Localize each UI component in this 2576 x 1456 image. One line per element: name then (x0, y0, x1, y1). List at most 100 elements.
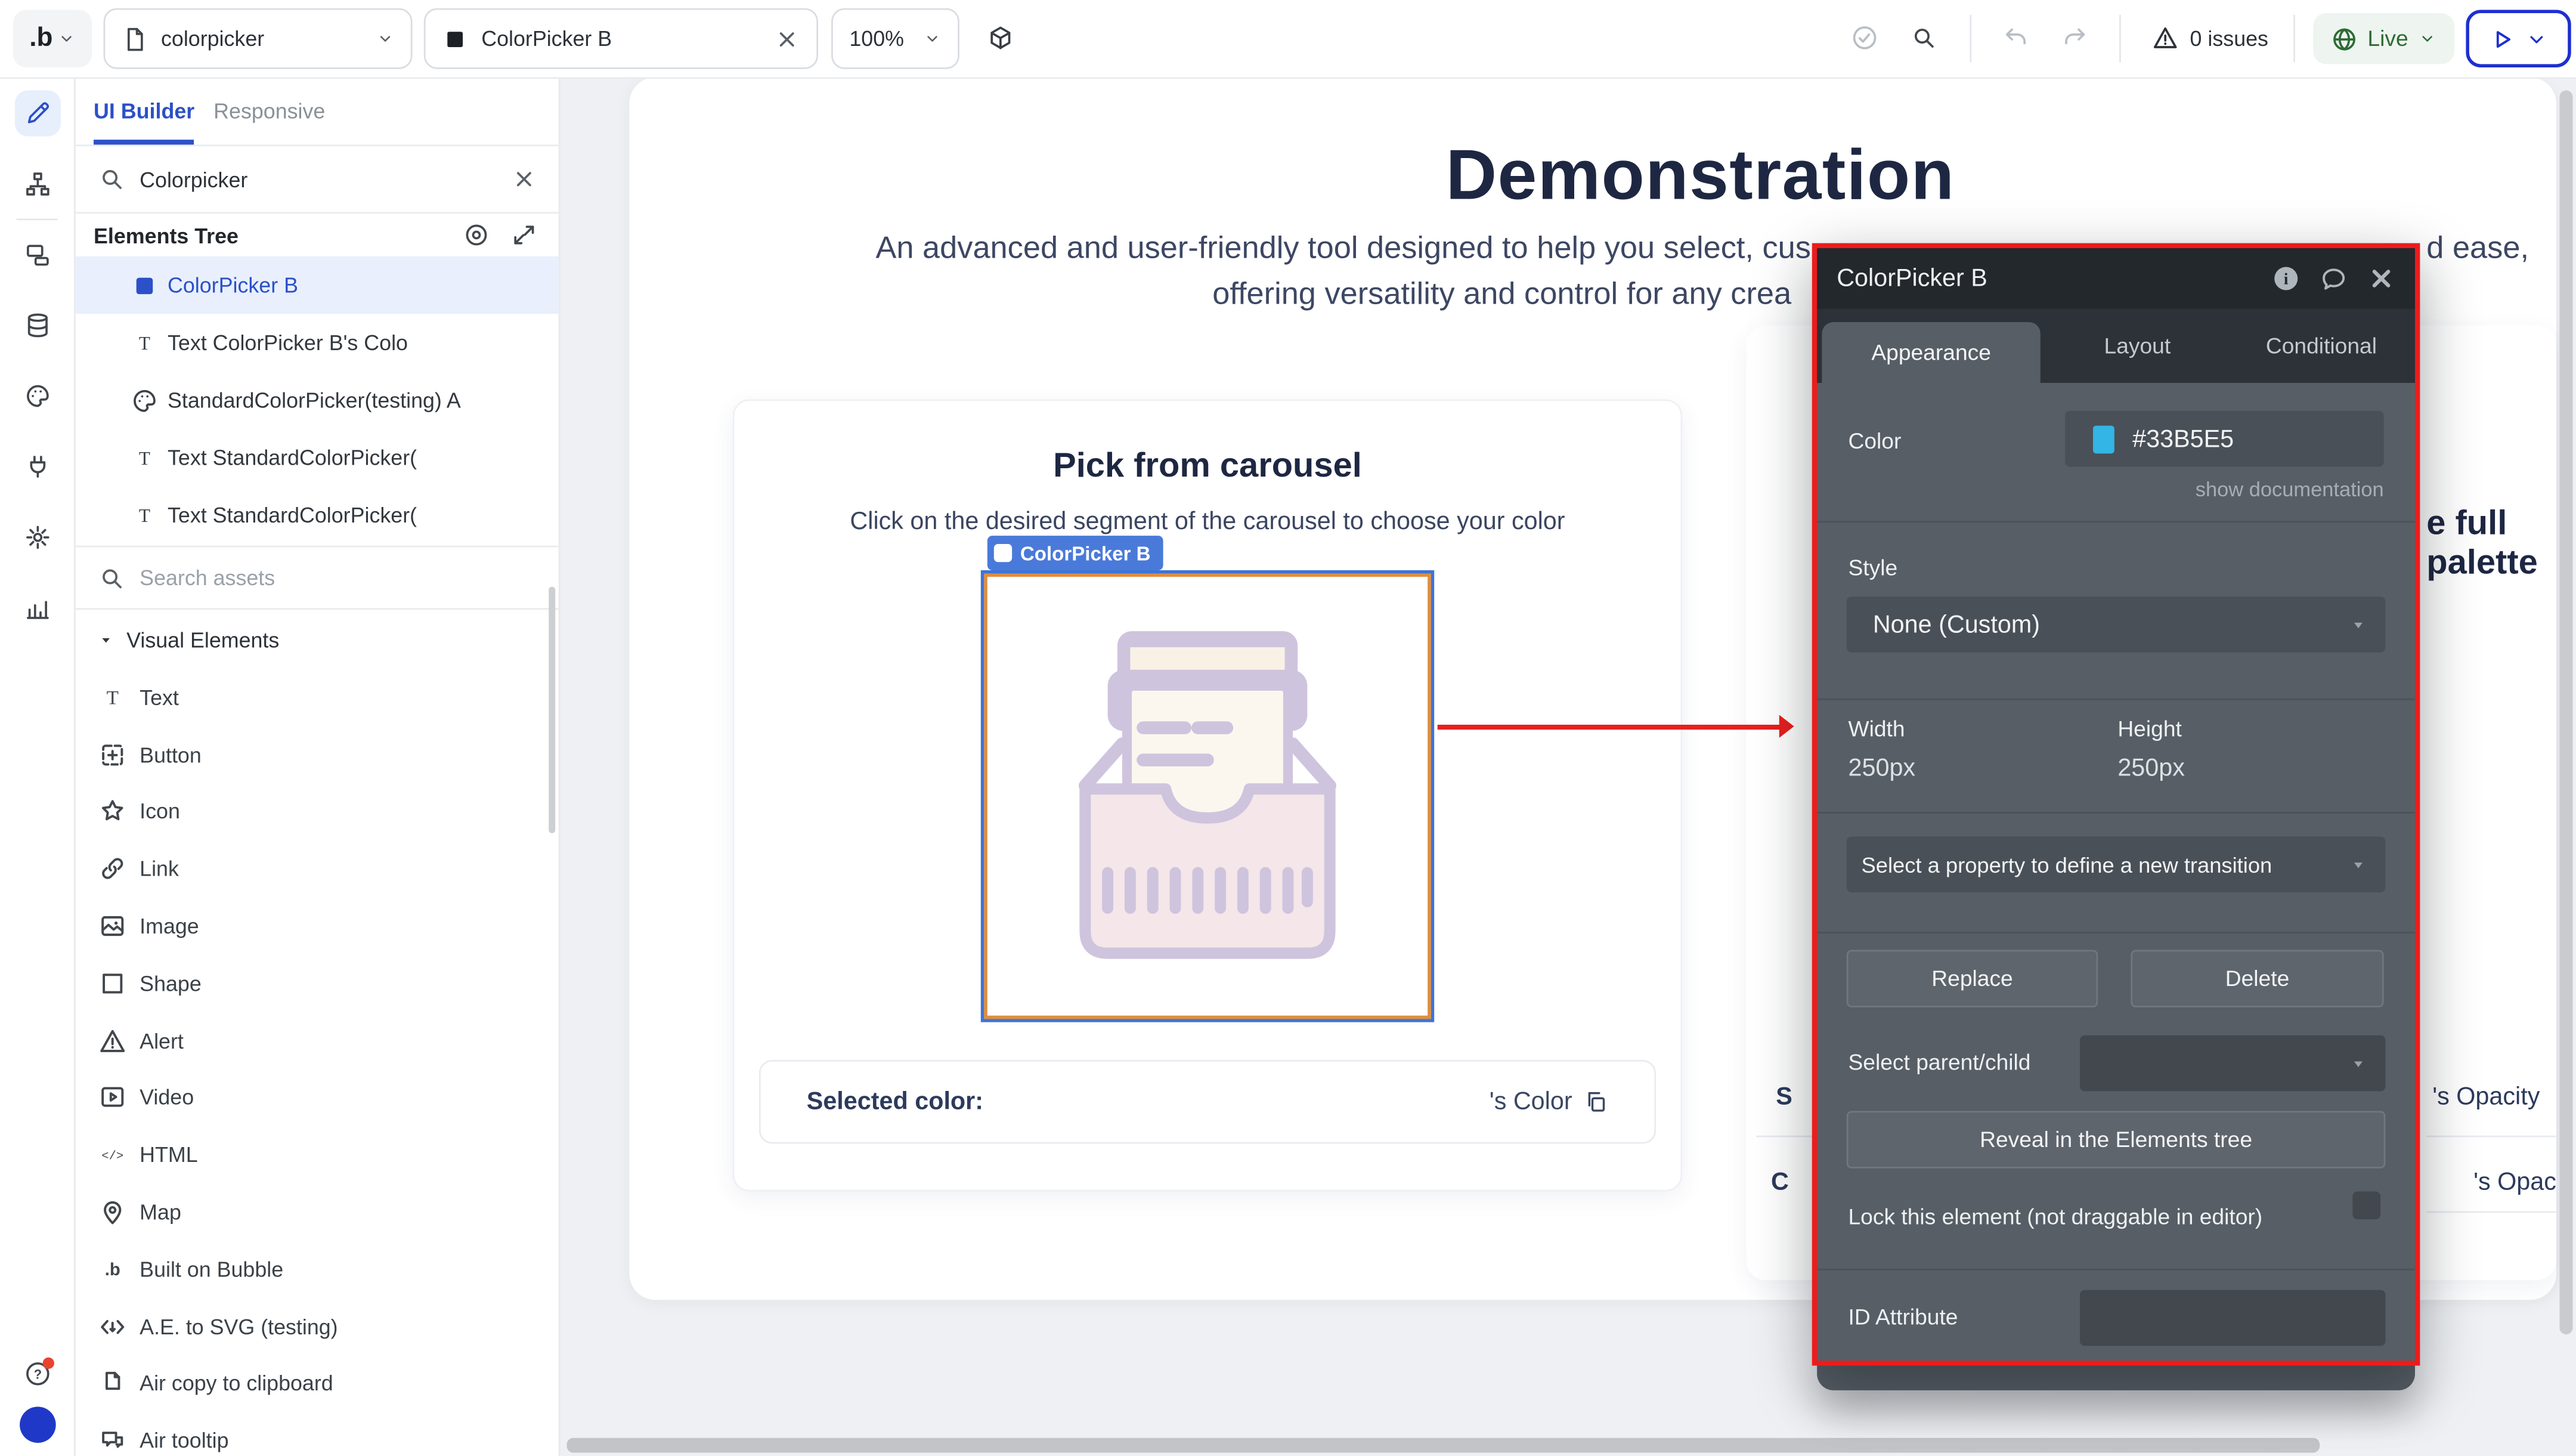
help-icon[interactable]: ? (24, 1361, 50, 1387)
redo-icon[interactable] (2062, 24, 2088, 51)
play-icon (2490, 27, 2513, 50)
svg-code-icon (98, 1312, 126, 1340)
palette-element-item[interactable]: .b Built on Bubble (74, 1241, 559, 1298)
replace-button[interactable]: Replace (1847, 950, 2098, 1007)
toolbar-divider (1970, 15, 1971, 63)
issues-warning-icon[interactable] (2152, 24, 2178, 51)
close-tab-icon[interactable] (774, 26, 800, 52)
code-icon: </> (98, 1141, 126, 1169)
clear-search-icon[interactable] (511, 166, 537, 192)
visual-elements-section[interactable]: Visual Elements (74, 610, 559, 669)
section-divider (1817, 812, 2415, 814)
palette-element-item[interactable]: Shape (74, 955, 559, 1012)
rail-item[interactable] (0, 289, 74, 360)
deploy-check-icon[interactable] (1852, 24, 1878, 51)
tab-layout[interactable]: Layout (2063, 309, 2211, 383)
svg-text:.b: .b (105, 1260, 120, 1279)
palette-element-item[interactable]: Button (74, 726, 559, 783)
bubble-logo-menu[interactable]: .b (13, 10, 92, 67)
palette-element-item[interactable]: Image (74, 898, 559, 955)
delete-button[interactable]: Delete (2131, 950, 2383, 1007)
pencil-icon (14, 89, 60, 135)
visibility-icon[interactable] (463, 222, 490, 248)
rail-item[interactable] (0, 572, 74, 642)
live-environment-button[interactable]: Live (2313, 13, 2454, 64)
tree-item[interactable]: T Text StandardColorPicker( (74, 429, 559, 486)
chevron-down-icon (923, 30, 941, 48)
palette-element-item[interactable]: Icon (74, 783, 559, 840)
element-search[interactable]: Colorpicker (74, 146, 559, 214)
canvas-subtitle-line2[interactable]: offering versatility and control for any… (1212, 278, 1791, 314)
text-t-icon: T (131, 502, 157, 528)
carousel-card-title[interactable]: Pick from carousel (735, 447, 1681, 486)
preview-run-button[interactable] (2466, 10, 2571, 67)
undo-icon[interactable] (2002, 24, 2029, 51)
chart-icon (14, 584, 60, 630)
open-element-tab[interactable]: ColorPicker B (424, 8, 818, 69)
page-icon (122, 26, 148, 52)
vertical-scrollbar[interactable] (2559, 91, 2572, 1335)
canvas-subtitle-line1[interactable]: An advanced and user-friendly tool desig… (875, 231, 1811, 268)
canvas-heading[interactable]: Demonstration (1208, 137, 2193, 217)
rail-item[interactable] (0, 360, 74, 430)
tree-item[interactable]: T Text ColorPicker B's Colo (74, 314, 559, 371)
info-icon[interactable]: i (2272, 265, 2300, 293)
palette-element-item[interactable]: Air copy to clipboard (74, 1355, 559, 1412)
canvas-subtitle-line1-right: d ease, (2426, 231, 2529, 268)
palette-element-item[interactable]: A.E. to SVG (testing) (74, 1298, 559, 1355)
color-label: Color (1848, 429, 1901, 453)
tree-item[interactable]: StandardColorPicker(testing) A (74, 372, 559, 429)
chevron-down-icon (376, 30, 394, 48)
color-input[interactable]: #33B5E5 (2065, 411, 2383, 467)
panel-scrollbar[interactable] (549, 587, 555, 833)
rail-item[interactable] (0, 501, 74, 571)
transition-dropdown[interactable]: Select a property to define a new transi… (1847, 836, 2386, 892)
palette-element-item[interactable]: T Text (74, 669, 559, 726)
issues-count[interactable]: 0 issues (2190, 26, 2268, 51)
tab-appearance[interactable]: Appearance (1822, 322, 2040, 383)
style-dropdown[interactable]: None (Custom) (1847, 596, 2386, 653)
palette-element-item[interactable]: Alert (74, 1012, 559, 1069)
tab-conditional[interactable]: Conditional (2231, 309, 2411, 383)
palette-element-item[interactable]: Air tooltip (74, 1412, 559, 1456)
expand-icon[interactable] (511, 222, 537, 248)
assets-search[interactable]: Search assets (74, 546, 559, 610)
search-icon[interactable] (1911, 24, 1937, 51)
color-swatch[interactable] (2093, 425, 2114, 453)
avatar[interactable] (19, 1406, 55, 1443)
page-selector[interactable]: colorpicker (104, 8, 413, 69)
tooltip-icon (98, 1427, 126, 1455)
tab-responsive[interactable]: Responsive (213, 77, 325, 144)
horizontal-scrollbar[interactable] (567, 1438, 2320, 1453)
svg-text:i: i (2284, 270, 2289, 288)
lock-checkbox[interactable] (2352, 1191, 2380, 1219)
palette-element-item[interactable]: </> HTML (74, 1126, 559, 1183)
parent-child-dropdown[interactable] (2080, 1035, 2385, 1092)
close-icon[interactable] (2367, 265, 2395, 293)
show-documentation-link[interactable]: show documentation (2196, 478, 2384, 502)
dropdown-arrow-icon (2349, 616, 2367, 633)
palette-element-item[interactable]: Link (74, 840, 559, 898)
inspector-header[interactable]: ColorPicker B i (1817, 248, 2415, 309)
palette-element-item[interactable]: Map (74, 1183, 559, 1241)
rail-item[interactable] (0, 77, 74, 147)
zoom-selector[interactable]: 100% (831, 8, 959, 69)
tab-ui-builder[interactable]: UI Builder (94, 77, 194, 144)
id-attribute-input[interactable] (2080, 1290, 2385, 1346)
palette-element-item[interactable]: Video (74, 1069, 559, 1126)
inspector-body: Color #33B5E5 show documentation Style N… (1817, 383, 2415, 1366)
search-input[interactable]: Colorpicker (140, 167, 486, 191)
tree-item[interactable]: ColorPicker B (74, 256, 559, 314)
comment-icon[interactable] (2320, 265, 2348, 293)
rail-item[interactable] (0, 218, 74, 289)
colorpicker-element[interactable] (984, 574, 1431, 1019)
reveal-button[interactable]: Reveal in the Elements tree (1847, 1111, 2386, 1168)
component-cube-icon[interactable] (987, 24, 1014, 51)
copy-icon[interactable] (1584, 1090, 1608, 1114)
elements-tree-header: Elements Tree (74, 214, 559, 256)
tree-item[interactable]: T Text StandardColorPicker( (74, 487, 559, 544)
carousel-card-subtitle[interactable]: Click on the desired segment of the caro… (735, 508, 1681, 536)
rail-item[interactable] (0, 148, 74, 218)
rail-item[interactable] (0, 431, 74, 501)
inspector-tab-bar: Appearance Layout Conditional (1817, 309, 2415, 383)
